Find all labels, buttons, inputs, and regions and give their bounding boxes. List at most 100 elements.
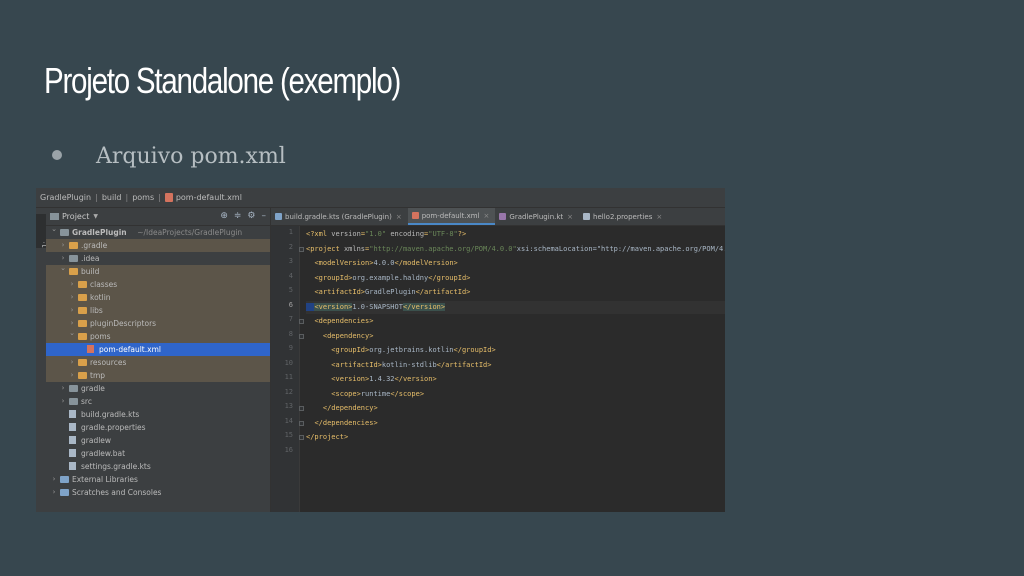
panel-toolbar: ⊕ ≑ ⚙ – xyxy=(220,211,266,221)
breadcrumb-separator: | xyxy=(95,193,98,202)
chevron-right-icon[interactable]: › xyxy=(68,291,76,304)
tree-item-label: .idea xyxy=(81,254,100,263)
tree-item-label: libs xyxy=(90,306,103,315)
folder-icon xyxy=(69,255,78,262)
line-number: 9 xyxy=(288,344,293,352)
code-line: <version>1.0-SNAPSHOT</version> xyxy=(306,301,446,314)
chevron-right-icon[interactable]: › xyxy=(68,369,76,382)
tree-item[interactable]: › kotlin xyxy=(46,291,270,304)
chevron-down-icon[interactable]: ⌄ xyxy=(68,327,76,340)
code-line: <dependency> xyxy=(322,331,374,340)
tree-item-label: .gradle xyxy=(81,241,108,250)
tree-item-label: kotlin xyxy=(90,293,111,302)
minimize-icon[interactable]: – xyxy=(262,211,267,221)
fold-marker-icon[interactable] xyxy=(299,246,304,252)
file-icon xyxy=(499,213,507,220)
close-icon[interactable]: × xyxy=(484,212,490,220)
editor-tab[interactable]: GradlePlugin.kt × xyxy=(495,208,579,225)
tree-item[interactable]: › gradle xyxy=(46,382,270,395)
tree-item[interactable]: pom-default.xml xyxy=(46,343,270,356)
tree-item[interactable]: › tmp xyxy=(46,369,270,382)
chevron-down-icon[interactable]: ▼ xyxy=(93,213,98,220)
tree-item[interactable]: › .gradle xyxy=(46,239,270,252)
tree-item-label: Scratches and Consoles xyxy=(72,488,162,497)
code-editor[interactable]: <?xml version="1.0" encoding="UTF-8"?> <p… xyxy=(306,226,725,512)
fold-marker-icon[interactable] xyxy=(299,406,304,411)
tree-item[interactable]: › src xyxy=(46,395,270,408)
tree-item[interactable]: › pluginDescriptors xyxy=(46,317,270,330)
editor-tab-label: hello2.properties xyxy=(593,212,653,221)
excluded-folder-icon xyxy=(69,268,78,275)
file-icon xyxy=(69,410,76,418)
chevron-down-icon[interactable]: ⌄ xyxy=(59,262,67,275)
chevron-right-icon[interactable]: › xyxy=(68,278,76,291)
chevron-right-icon[interactable]: › xyxy=(59,239,67,252)
excluded-folder-icon xyxy=(78,281,87,288)
editor-tab[interactable]: build.gradle.kts (GradlePlugin) × xyxy=(271,208,408,225)
chevron-right-icon[interactable]: › xyxy=(50,486,58,499)
editor-tab-bar: build.gradle.kts (GradlePlugin) × pom-defa… xyxy=(271,208,725,226)
slide-title: Projeto Standalone (exemplo) xyxy=(44,60,401,101)
fold-marker-icon[interactable] xyxy=(299,333,304,339)
line-number: 8 xyxy=(288,329,293,338)
library-icon xyxy=(60,489,69,496)
tree-item-label: gradle xyxy=(81,384,105,393)
fold-marker-icon[interactable] xyxy=(299,420,304,426)
chevron-right-icon[interactable]: › xyxy=(68,304,76,317)
tree-item-path: ~/IdeaProjects/GradlePlugin xyxy=(137,228,243,237)
chevron-right-icon[interactable]: › xyxy=(50,473,58,486)
file-icon xyxy=(583,213,591,220)
editor-tab[interactable]: pom-default.xml × xyxy=(407,208,496,225)
tree-item[interactable]: › Scratches and Consoles xyxy=(46,486,270,499)
fold-markers xyxy=(299,226,305,512)
chevron-down-icon[interactable]: ⌄ xyxy=(50,223,58,236)
breadcrumb-separator: | xyxy=(158,193,161,202)
file-icon xyxy=(69,449,76,457)
close-icon[interactable]: × xyxy=(567,213,573,221)
fold-marker-icon[interactable] xyxy=(299,319,304,324)
line-number: 1 xyxy=(288,228,293,236)
editor-tab[interactable]: hello2.properties × xyxy=(579,208,668,225)
close-icon[interactable]: × xyxy=(656,213,662,221)
breadcrumb-item-poms[interactable]: poms xyxy=(132,193,154,202)
tree-item[interactable]: build.gradle.kts xyxy=(46,408,270,421)
tree-item-label: tmp xyxy=(90,371,106,380)
tree-item[interactable]: › External Libraries xyxy=(46,473,270,486)
tree-item[interactable]: › .idea xyxy=(46,252,270,265)
tree-item[interactable]: ⌄ GradlePlugin ~/IdeaProjects/GradlePlugin xyxy=(46,223,270,239)
tree-item[interactable]: › resources xyxy=(46,356,270,369)
fold-marker-icon[interactable] xyxy=(299,435,304,440)
tree-item[interactable]: › classes xyxy=(46,278,270,291)
ide-window: GradlePlugin | build | poms | pom-defaul… xyxy=(36,188,725,512)
breadcrumb-item-project[interactable]: GradlePlugin xyxy=(40,193,91,202)
tree-item[interactable]: gradle.properties xyxy=(46,421,270,434)
target-icon[interactable]: ⊕ xyxy=(220,211,228,221)
close-icon[interactable]: × xyxy=(396,213,402,221)
line-number: 11 xyxy=(284,373,293,381)
tree-item[interactable]: ⌄ build xyxy=(46,262,270,278)
tree-item[interactable]: settings.gradle.kts xyxy=(46,460,270,473)
code-line: <artifactId>kotlin-stdlib</artifactId> xyxy=(331,360,492,369)
tree-item[interactable]: gradlew xyxy=(46,434,270,447)
tree-item-label: gradlew xyxy=(81,436,112,445)
tree-item[interactable]: ⌄ poms xyxy=(46,327,270,343)
project-view-selector[interactable]: Project xyxy=(62,212,89,221)
project-folder-icon xyxy=(50,213,59,220)
breadcrumb-separator: | xyxy=(125,193,129,202)
tree-item[interactable]: › libs xyxy=(46,304,270,317)
code-line: <version>1.4.32</version> xyxy=(331,375,437,383)
collapse-icon[interactable]: ≑ xyxy=(234,211,242,221)
breadcrumb-item-file[interactable]: pom-default.xml xyxy=(176,193,242,202)
editor-tab-label: build.gradle.kts (GradlePlugin) xyxy=(285,212,392,221)
code-line: <artifactId>GradlePlugin</artifactId> xyxy=(314,288,471,296)
project-tool-window-button[interactable]: 1: Project xyxy=(36,214,57,248)
chevron-right-icon[interactable]: › xyxy=(59,382,67,395)
line-number: 4 xyxy=(288,271,293,280)
tree-item[interactable]: gradlew.bat xyxy=(46,447,270,460)
gear-icon[interactable]: ⚙ xyxy=(247,211,255,221)
breadcrumb-item-build[interactable]: build xyxy=(102,193,122,202)
line-number: 6 xyxy=(288,300,293,309)
chevron-right-icon[interactable]: › xyxy=(59,395,67,408)
chevron-right-icon[interactable]: › xyxy=(68,356,76,369)
tree-item-label: settings.gradle.kts xyxy=(81,462,151,471)
